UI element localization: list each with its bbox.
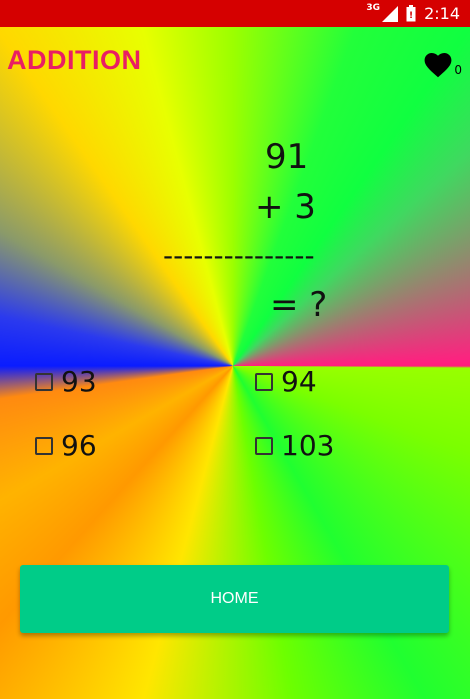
result-placeholder: = ? [270, 285, 328, 325]
signal-icon [382, 5, 399, 22]
option-label: 96 [61, 429, 97, 462]
game-screen: ADDITION 0 91 + 3 --------------- = ? 93… [0, 27, 470, 699]
page-title: ADDITION [7, 45, 142, 75]
clock: 2:14 [424, 4, 460, 23]
answer-option-4[interactable]: 103 [255, 429, 334, 462]
answer-option-1[interactable]: 93 [35, 365, 97, 398]
option-label: 93 [61, 365, 97, 398]
answer-option-2[interactable]: 94 [255, 365, 317, 398]
answer-option-3[interactable]: 96 [35, 429, 97, 462]
option-label: 103 [281, 429, 335, 462]
equation-divider: --------------- [163, 239, 315, 272]
heart-icon [424, 52, 452, 78]
checkbox[interactable] [35, 372, 53, 391]
status-bar: 3G ! 2:14 [0, 0, 470, 27]
home-button[interactable]: HOME [20, 565, 449, 633]
option-label: 94 [281, 365, 317, 398]
lives-count: 0 [454, 63, 462, 77]
svg-text:!: ! [409, 11, 413, 21]
second-number: + 3 [255, 187, 316, 227]
battery-icon: ! [406, 5, 416, 22]
checkbox[interactable] [255, 436, 273, 455]
lives-indicator: 0 [424, 52, 462, 78]
checkbox[interactable] [255, 372, 273, 391]
network-type: 3G [366, 2, 381, 13]
first-number: 91 [265, 137, 309, 177]
checkbox[interactable] [35, 436, 53, 455]
